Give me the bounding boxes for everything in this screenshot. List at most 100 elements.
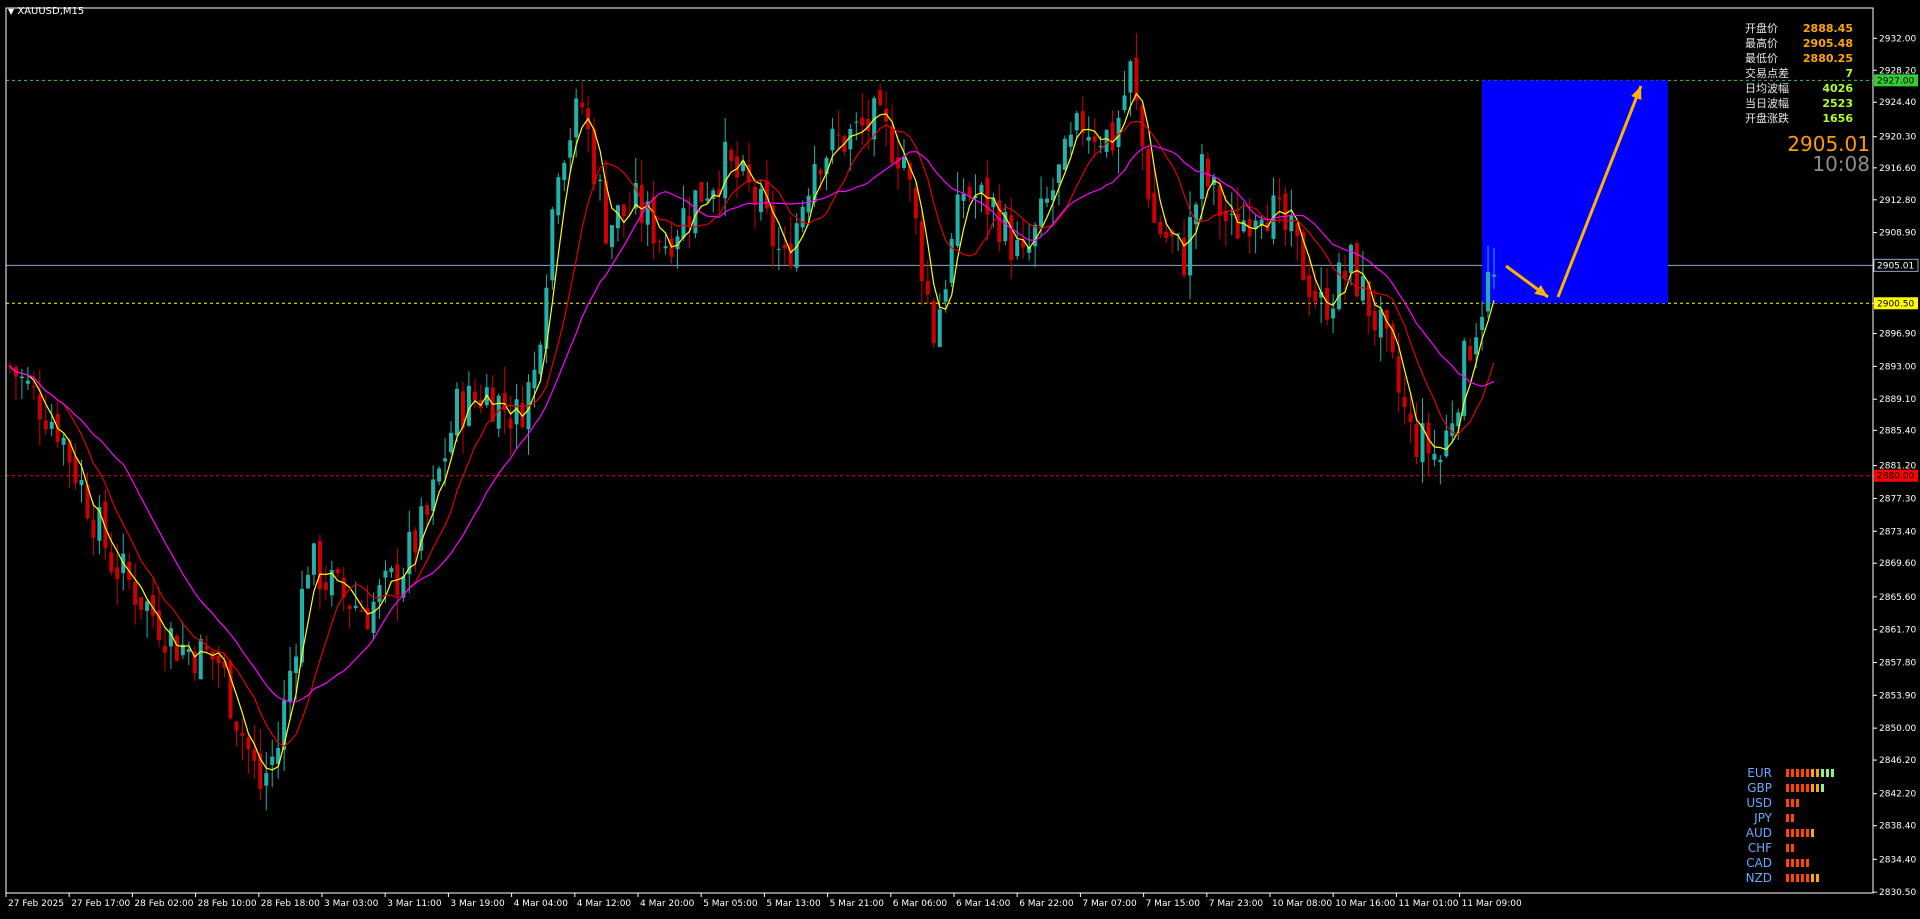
candle-body [1307,275,1312,298]
info-label: 开盘涨跌 [1745,112,1789,125]
candle-body [413,530,418,553]
candle-body [133,581,138,605]
strength-bar [1796,798,1799,807]
candle-body [943,289,948,302]
candle-body [556,177,561,216]
info-label: 日均波幅 [1745,82,1789,95]
strength-bars [1786,873,1819,882]
candle-body [663,246,668,249]
candle-body [472,391,477,401]
candle-body [937,309,942,348]
strength-bar [1791,858,1794,867]
strength-bar [1791,798,1794,807]
x-tick-label: 10 Mar 08:00 [1272,899,1332,909]
x-tick-label: 28 Feb 18:00 [261,899,320,909]
candle-body [347,605,352,609]
info-value: 1656 [1822,112,1853,125]
candle-body [1015,239,1020,257]
strength-bar [1816,783,1819,792]
strength-bar [1786,843,1789,852]
price-chart[interactable]: 2932.002928.202924.402920.302916.602912.… [0,0,1920,919]
currency-name: USD [1746,795,1772,810]
strength-bar [1801,768,1804,777]
candle-body [1086,136,1091,141]
dropdown-icon[interactable]: ▼ [8,7,14,16]
strength-bar [1806,783,1809,792]
candle-body [311,543,316,575]
candle-body [1039,198,1044,227]
candle-body [371,601,376,633]
strength-bar [1786,858,1789,867]
x-tick-label: 10 Mar 16:00 [1335,899,1395,909]
strength-bars [1786,798,1799,807]
strength-bar [1796,858,1799,867]
candle-body [836,134,841,136]
candle-body [335,568,340,574]
strength-bars [1786,768,1834,777]
candle-body [252,749,257,761]
level-badge-label-2: 2900.50 [1877,299,1914,309]
y-tick-label: 2924.40 [1879,98,1916,108]
candle-body [598,179,603,182]
strength-bar [1786,873,1789,882]
candle-body [1045,198,1050,203]
currency-name: EUR [1747,765,1772,780]
candle-body [705,198,710,201]
info-value: 2523 [1822,97,1853,110]
strength-bar [1816,768,1819,777]
candle-body [1217,185,1222,216]
strength-bar [1801,783,1804,792]
candle-body [1098,145,1103,147]
candle-body [1092,136,1097,143]
candle-body [1372,310,1377,331]
candle-body [377,585,382,602]
x-tick-label: 3 Mar 03:00 [324,899,379,909]
info-row: 最高价 2905.48 [1745,36,1853,51]
info-label: 交易点差 [1745,67,1789,80]
x-tick-label: 4 Mar 04:00 [514,899,569,909]
candle-body [1348,244,1353,273]
candle-body [270,756,275,765]
candle-body [1331,308,1336,319]
candle-body [580,102,585,108]
candle-body [562,162,567,181]
info-value: 2880.25 [1802,52,1853,65]
candle-body [228,661,233,719]
strength-bar [1801,858,1804,867]
candle-body [1158,221,1163,235]
y-tick-label: 2865.60 [1879,593,1916,603]
candle-body [1337,262,1342,310]
level-badge-label-0: 2927.00 [1877,76,1914,86]
info-label: 最高价 [1745,37,1778,50]
candle-body [139,597,144,610]
strength-bar [1796,873,1799,882]
candle-body [234,721,239,731]
candle-body [1140,105,1145,147]
candle-body [1205,158,1210,187]
candle-body [353,605,358,608]
strength-bars [1786,783,1824,792]
currency-strength-meter: EUR GBP USD JPY AUD CHF CAD NZD [1742,765,1834,885]
candle-body [830,128,835,151]
x-tick-label: 7 Mar 07:00 [1082,899,1137,909]
x-tick-label: 28 Feb 10:00 [198,899,257,909]
candle-body [508,418,513,429]
strength-bar [1786,783,1789,792]
candle-body [73,456,78,484]
strength-bars [1786,843,1794,852]
candle-body [1289,215,1294,232]
strength-bar [1786,828,1789,837]
candle-body [657,241,662,243]
y-tick-label: 2861.70 [1879,626,1916,636]
info-label: 开盘价 [1745,22,1778,35]
y-tick-label: 2857.80 [1879,658,1916,668]
strength-bar [1791,828,1794,837]
x-tick-label: 3 Mar 19:00 [450,899,505,909]
candle-body [186,649,191,653]
candle-body [31,386,36,388]
candle-body [419,506,424,551]
x-tick-label: 27 Feb 17:00 [71,899,130,909]
candle-body [174,636,179,661]
candle-body [109,552,114,572]
candle-body [1229,214,1234,216]
